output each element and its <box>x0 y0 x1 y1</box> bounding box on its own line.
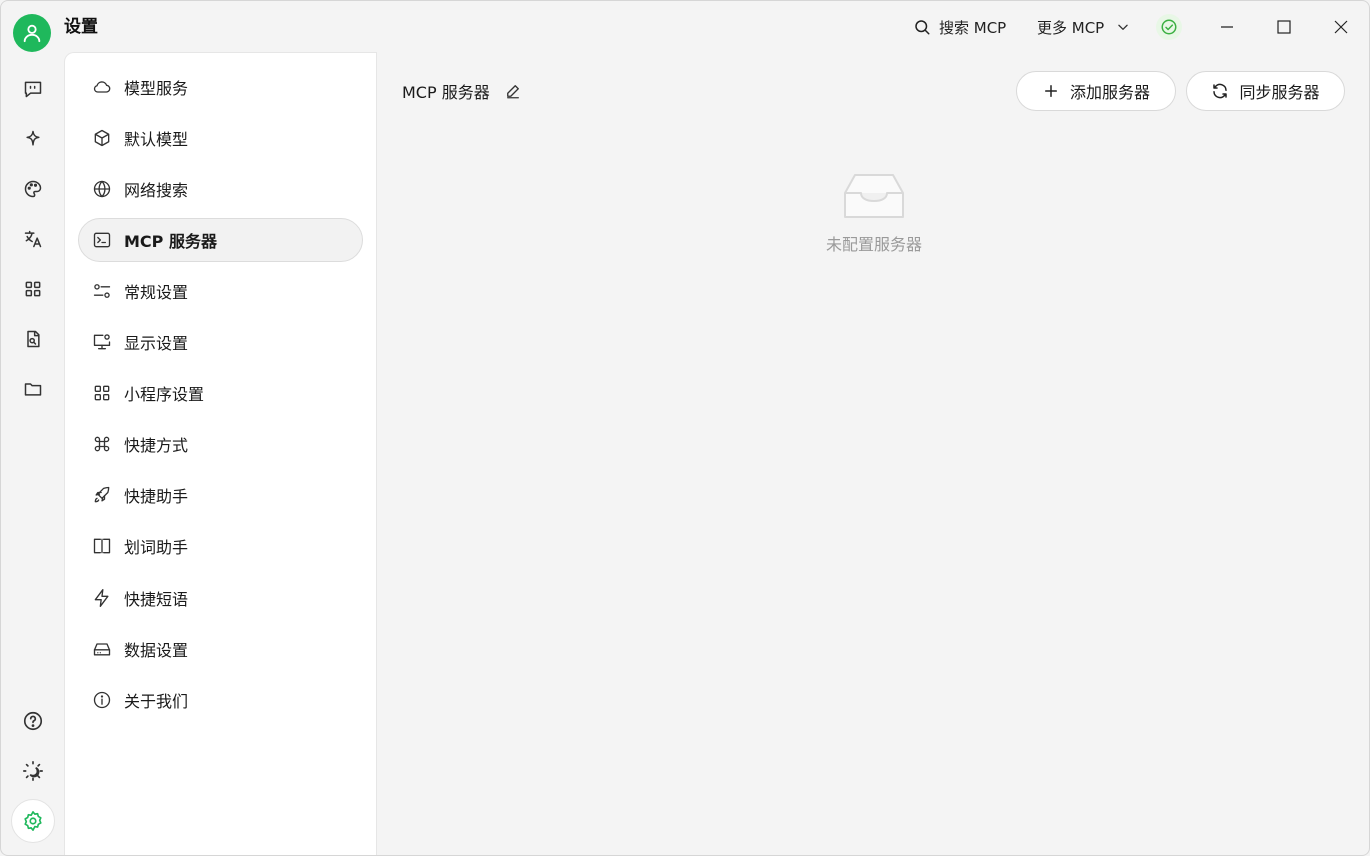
text-cursor-icon <box>92 536 112 556</box>
chevron-down-icon <box>1116 20 1130 34</box>
nav-item-label: MCP 服务器 <box>124 232 217 251</box>
command-icon <box>92 434 112 454</box>
more-mcp-dropdown[interactable]: 更多 MCP <box>1037 14 1130 40</box>
nav-item-label: 快捷短语 <box>124 590 189 609</box>
grid-icon <box>92 383 112 403</box>
nav-item-label: 默认模型 <box>124 130 189 149</box>
sliders-icon <box>92 281 112 301</box>
rail-theme-button[interactable] <box>13 751 53 791</box>
edit-icon[interactable] <box>504 82 522 100</box>
settings-nav: 模型服务 默认模型 网络搜索 MCP 服务器 常规设置 显示设置 小程序设置 快… <box>64 52 377 855</box>
rail-paintings-button[interactable] <box>13 169 53 209</box>
grid-icon <box>23 279 43 299</box>
inbox-empty-icon <box>843 171 905 221</box>
rail-files-button[interactable] <box>13 369 53 409</box>
help-icon <box>22 710 44 732</box>
nav-item-label: 小程序设置 <box>124 385 205 404</box>
rail-settings-button[interactable] <box>11 799 55 843</box>
theme-icon <box>22 760 44 782</box>
file-search-icon <box>23 329 43 349</box>
nav-item-mcp-servers[interactable]: MCP 服务器 <box>78 218 363 262</box>
nav-item-label: 常规设置 <box>124 283 189 302</box>
maximize-button[interactable] <box>1271 14 1297 40</box>
check-circle-icon <box>1160 18 1178 36</box>
rail-translate-button[interactable] <box>13 219 53 259</box>
nav-item-label: 网络搜索 <box>124 181 189 200</box>
monitor-settings-icon <box>92 332 112 352</box>
nav-item-label: 快捷助手 <box>124 487 189 506</box>
sparkle-icon <box>23 129 43 149</box>
nav-item-label: 数据设置 <box>124 641 189 660</box>
search-icon <box>913 18 931 36</box>
nav-item-label: 关于我们 <box>124 692 189 711</box>
rail-agents-button[interactable] <box>13 119 53 159</box>
search-mcp-button[interactable]: 搜索 MCP <box>913 14 1006 40</box>
empty-state: 未配置服务器 <box>781 171 967 255</box>
translate-icon <box>23 229 43 249</box>
nav-item-display-settings[interactable]: 显示设置 <box>78 320 363 364</box>
rail-help-button[interactable] <box>13 701 53 741</box>
nav-item-quick-phrases[interactable]: 快捷短语 <box>78 576 363 620</box>
cube-icon <box>92 128 112 148</box>
sync-servers-label: 同步服务器 <box>1239 83 1320 102</box>
nav-item-label: 划词助手 <box>124 538 189 557</box>
close-button[interactable] <box>1328 14 1354 40</box>
status-indicator[interactable] <box>1156 14 1182 40</box>
sync-servers-button[interactable]: 同步服务器 <box>1186 71 1345 111</box>
minimize-button[interactable] <box>1214 14 1240 40</box>
nav-item-quick-assistant[interactable]: 快捷助手 <box>78 473 363 517</box>
chat-icon <box>23 79 43 99</box>
more-mcp-label: 更多 MCP <box>1037 18 1105 37</box>
refresh-icon <box>1211 82 1229 100</box>
gear-icon <box>22 810 44 832</box>
nav-item-label: 模型服务 <box>124 79 189 98</box>
page-title: MCP 服务器 <box>402 83 490 102</box>
nav-item-about[interactable]: 关于我们 <box>78 678 363 722</box>
user-avatar[interactable] <box>13 14 51 52</box>
zap-icon <box>92 588 112 608</box>
palette-icon <box>23 179 43 199</box>
rocket-icon <box>92 485 112 505</box>
nav-item-label: 显示设置 <box>124 334 189 353</box>
nav-item-miniapp-settings[interactable]: 小程序设置 <box>78 371 363 415</box>
page-header: MCP 服务器 <box>402 79 522 103</box>
rail-apps-button[interactable] <box>13 269 53 309</box>
hard-drive-icon <box>92 639 112 659</box>
terminal-icon <box>92 230 112 250</box>
nav-item-web-search[interactable]: 网络搜索 <box>78 167 363 211</box>
nav-item-label: 快捷方式 <box>124 436 189 455</box>
close-icon <box>1333 19 1349 35</box>
nav-item-shortcuts[interactable]: 快捷方式 <box>78 422 363 466</box>
minimize-icon <box>1219 19 1235 35</box>
info-icon <box>92 690 112 710</box>
search-mcp-label: 搜索 MCP <box>939 18 1007 37</box>
rail-chat-button[interactable] <box>13 69 53 109</box>
globe-icon <box>92 179 112 199</box>
folder-icon <box>23 379 43 399</box>
add-server-button[interactable]: 添加服务器 <box>1016 71 1176 111</box>
cloud-icon <box>92 77 112 97</box>
nav-item-model-service[interactable]: 模型服务 <box>78 65 363 109</box>
add-server-label: 添加服务器 <box>1069 83 1150 102</box>
plus-icon <box>1042 82 1060 100</box>
empty-state-text: 未配置服务器 <box>825 235 922 254</box>
rail-knowledge-button[interactable] <box>13 319 53 359</box>
nav-item-selection-assistant[interactable]: 划词助手 <box>78 524 363 568</box>
user-icon <box>21 22 43 44</box>
nav-item-data-settings[interactable]: 数据设置 <box>78 627 363 671</box>
nav-item-default-model[interactable]: 默认模型 <box>78 116 363 160</box>
nav-item-general-settings[interactable]: 常规设置 <box>78 269 363 313</box>
maximize-icon <box>1276 19 1292 35</box>
window-title: 设置 <box>64 17 98 37</box>
app-window: 设置 搜索 MCP 更多 MCP 模型服务 默认模型 网络搜索 MCP 服务器 … <box>0 0 1370 856</box>
